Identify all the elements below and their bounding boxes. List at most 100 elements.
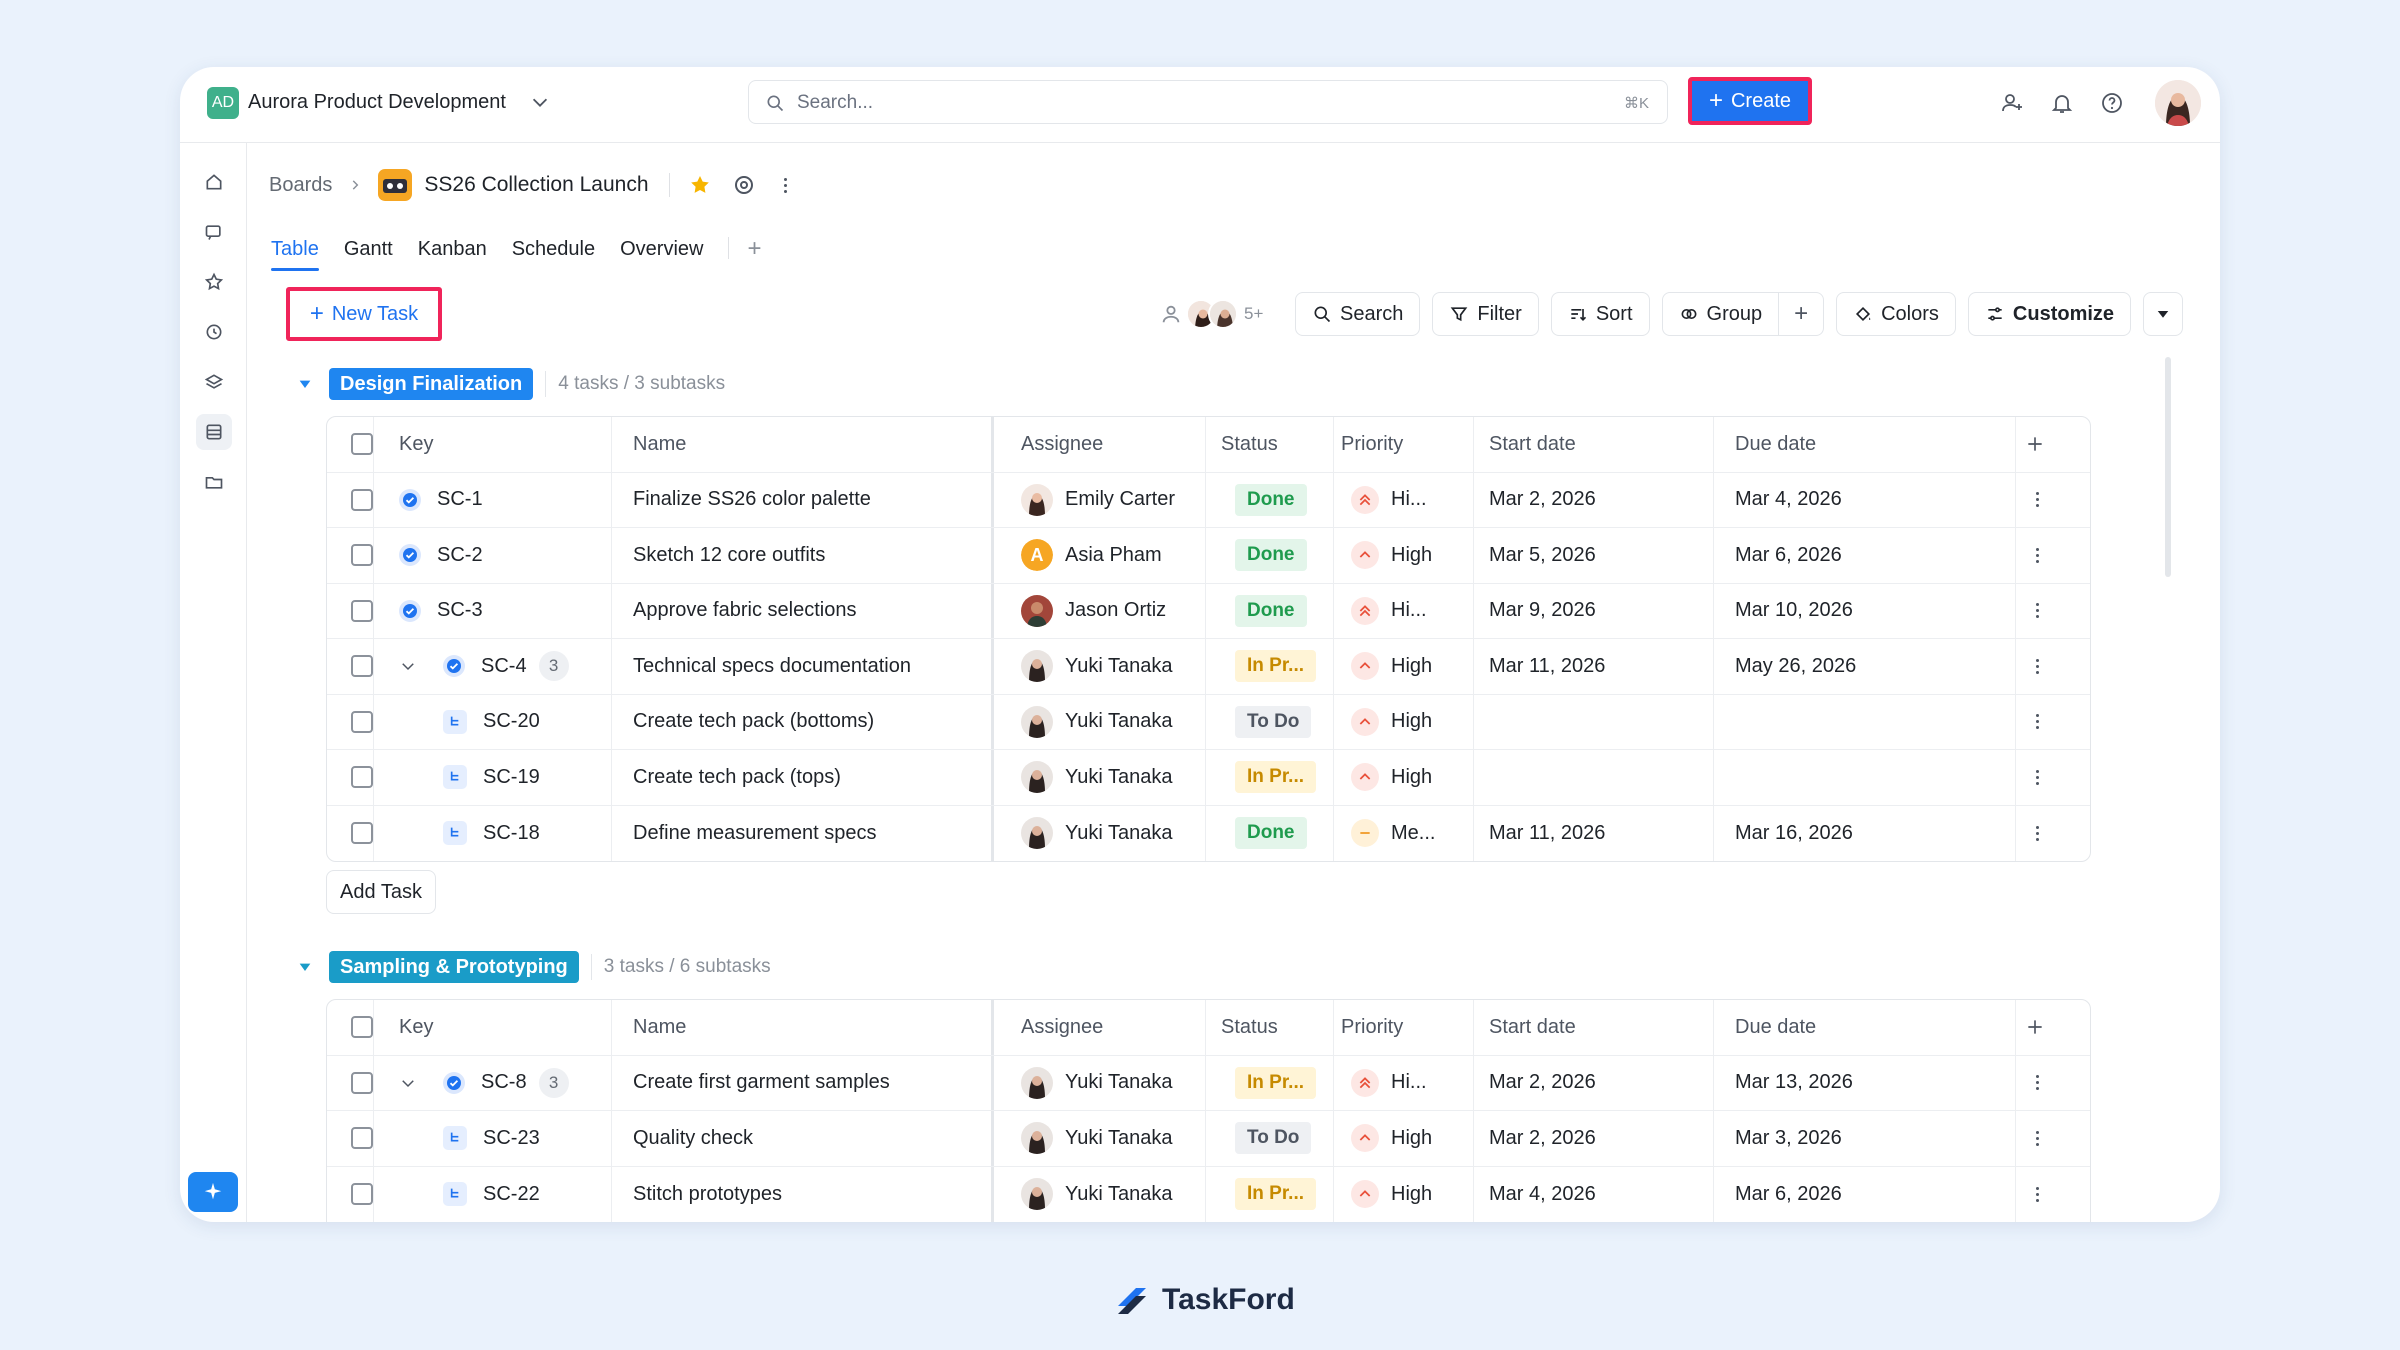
task-key[interactable]: SC-4 [481,655,527,678]
row-checkbox[interactable] [351,599,373,622]
due-date[interactable]: May 26, 2026 [1735,639,1856,694]
user-avatar[interactable] [2155,80,2201,126]
sidebar-favorites[interactable] [196,264,232,300]
more-options-icon[interactable] [776,175,796,195]
row-checkbox[interactable] [351,1127,373,1150]
task-name[interactable]: Stitch prototypes [633,1167,782,1223]
due-date[interactable]: Mar 13, 2026 [1735,1056,1853,1111]
task-name[interactable]: Create tech pack (bottoms) [633,695,874,750]
task-name[interactable]: Technical specs documentation [633,639,911,694]
row-select-cell[interactable] [351,639,373,694]
scrollbar[interactable] [2165,357,2171,577]
row-more-button[interactable] [2027,639,2047,694]
status-cell[interactable]: Done [1235,584,1307,639]
new-task-button[interactable]: + New Task [286,287,442,341]
task-key[interactable]: SC-22 [483,1183,540,1206]
task-name[interactable]: Define measurement specs [633,806,876,862]
priority-cell[interactable]: Hi... [1351,1056,1427,1111]
row-select-cell[interactable] [351,695,373,750]
column-header-due-date[interactable]: Due date [1735,1000,1816,1055]
more-options-icon[interactable] [2027,823,2047,843]
row-select-cell[interactable] [351,750,373,805]
global-search-input[interactable]: Search... ⌘K [748,80,1668,124]
assignee-cell[interactable]: Yuki Tanaka [1021,695,1173,750]
row-checkbox[interactable] [351,710,373,733]
priority-cell[interactable]: High [1351,695,1432,750]
more-options-icon[interactable] [2027,1128,2047,1148]
workspace-name[interactable]: Aurora Product Development [248,91,506,114]
row-checkbox[interactable] [351,1071,373,1094]
status-cell[interactable]: Done [1235,473,1307,528]
priority-cell[interactable]: Me... [1351,806,1435,862]
due-date[interactable]: Mar 10, 2026 [1735,584,1853,639]
task-name[interactable]: Create first garment samples [633,1056,890,1111]
bell-icon[interactable] [2050,91,2074,115]
column-header-priority[interactable]: Priority [1341,417,1403,472]
priority-cell[interactable]: Hi... [1351,473,1427,528]
priority-cell[interactable]: High [1351,639,1432,694]
start-date[interactable]: Mar 2, 2026 [1489,1111,1596,1166]
toolbar-dropdown-button[interactable] [2143,292,2184,336]
tab-kanban[interactable]: Kanban [418,238,487,271]
assignee-cell[interactable]: Yuki Tanaka [1021,806,1173,862]
help-icon[interactable] [2100,91,2124,115]
sidebar-boards[interactable] [196,414,232,450]
status-cell[interactable]: In Pr... [1235,639,1317,694]
group-button[interactable]: Group [1662,293,1779,335]
table-row[interactable]: SC-1 Finalize SS26 color palette Emily Car… [327,472,2090,528]
tab-schedule[interactable]: Schedule [512,238,595,271]
chevron-down-icon[interactable] [399,1074,417,1092]
row-more-button[interactable] [2027,1111,2047,1166]
status-cell[interactable]: To Do [1235,1111,1312,1166]
due-date[interactable]: Mar 16, 2026 [1735,806,1853,862]
member-avatars[interactable]: 5+ [1160,292,1263,336]
create-button[interactable]: + Create [1688,77,1812,125]
start-date[interactable]: Mar 11, 2026 [1489,639,1605,694]
breadcrumb-boards[interactable]: Boards [269,174,332,197]
more-options-icon[interactable] [2027,767,2047,787]
table-row[interactable]: SC-19 Create tech pack (tops) Yuki Tanaka I… [327,750,2090,806]
select-all-checkbox[interactable] [351,1016,373,1039]
search-button[interactable]: Search [1295,292,1421,336]
more-options-icon[interactable] [2027,545,2047,565]
star-filled-icon[interactable] [688,173,712,197]
chevron-down-icon[interactable] [529,91,551,113]
priority-cell[interactable]: High [1351,528,1432,583]
add-column-button[interactable] [2025,417,2045,472]
row-more-button[interactable] [2027,806,2047,862]
assignee-cell[interactable]: Yuki Tanaka [1021,1056,1173,1111]
task-key[interactable]: SC-23 [483,1127,540,1150]
due-date[interactable]: Mar 6, 2026 [1735,528,1842,583]
start-date[interactable]: Mar 2, 2026 [1489,1056,1596,1111]
task-key[interactable]: SC-8 [481,1071,527,1094]
more-options-icon[interactable] [2027,601,2047,621]
more-options-icon[interactable] [2027,712,2047,732]
row-select-cell[interactable] [351,806,373,862]
task-key[interactable]: SC-3 [437,599,483,622]
customize-button[interactable]: Customize [1967,292,2132,336]
table-row[interactable]: SC-18 Define measurement specs Yuki Tanaka… [327,805,2090,862]
start-date[interactable]: Mar 2, 2026 [1489,473,1596,528]
status-cell[interactable]: In Pr... [1235,1167,1317,1223]
table-row[interactable]: SC-22 Stitch prototypes Yuki Tanaka In Pr..… [327,1166,2090,1223]
sidebar-home[interactable] [196,164,232,200]
assignee-cell[interactable]: Yuki Tanaka [1021,750,1173,805]
column-header-start-date[interactable]: Start date [1489,417,1576,472]
row-select-cell[interactable] [351,473,373,528]
row-more-button[interactable] [2027,1056,2047,1111]
priority-cell[interactable]: High [1351,1167,1432,1223]
sort-button[interactable]: Sort [1550,292,1650,336]
add-column-button[interactable] [2025,1000,2045,1055]
tab-gantt[interactable]: Gantt [344,238,393,271]
table-row[interactable]: SC-2 Sketch 12 core outfits A Asia Pham Done… [327,528,2090,584]
task-key[interactable]: SC-19 [483,766,540,789]
column-header-key[interactable]: Key [399,1000,433,1055]
task-key[interactable]: SC-18 [483,822,540,845]
priority-cell[interactable]: High [1351,1111,1432,1166]
status-cell[interactable]: In Pr... [1235,750,1317,805]
more-options-icon[interactable] [2027,490,2047,510]
add-view-button[interactable]: + [747,235,761,271]
table-row[interactable]: SC-20 Create tech pack (bottoms) Yuki Tana… [327,694,2090,750]
table-row[interactable]: SC-23 Quality check Yuki Tanaka To Do High Ma… [327,1111,2090,1167]
sidebar-files[interactable] [196,464,232,500]
